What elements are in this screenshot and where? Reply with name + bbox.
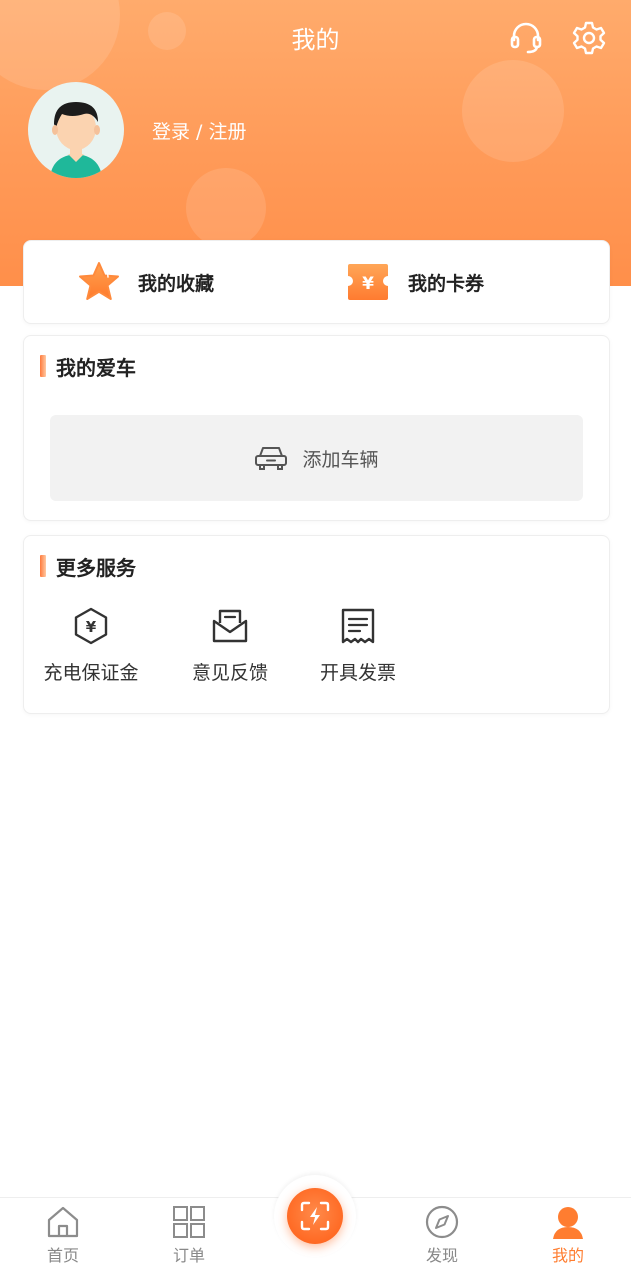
tab-home[interactable]: 首页 <box>23 1204 103 1266</box>
quick-links-card: 我的收藏 ¥ 我的卡券 <box>23 240 610 324</box>
section-accent-bar <box>40 555 46 577</box>
service-label: 意见反馈 <box>191 662 268 684</box>
service-feedback[interactable]: 意见反馈 <box>160 606 300 685</box>
tab-label: 发现 <box>425 1246 458 1265</box>
tab-label: 订单 <box>172 1246 205 1265</box>
service-label: 开具发票 <box>319 662 396 684</box>
section-header: 更多服务 <box>40 552 136 580</box>
section-header: 我的爱车 <box>40 352 136 380</box>
scan-lightning-icon <box>300 1201 330 1231</box>
center-scan-charge-wrapper <box>274 1175 356 1257</box>
decor-bubble <box>186 168 266 248</box>
add-vehicle-label: 添加车辆 <box>302 448 379 471</box>
user-avatar-icon <box>50 102 102 178</box>
my-favorites-item[interactable]: 我的收藏 <box>78 241 214 323</box>
my-coupons-label: 我的卡券 <box>408 272 485 295</box>
person-icon <box>553 1207 583 1239</box>
tab-mine[interactable]: 我的 <box>528 1204 608 1266</box>
svg-text:¥: ¥ <box>362 274 374 294</box>
section-accent-bar <box>40 355 46 377</box>
decor-bubble <box>462 60 564 162</box>
my-coupons-item[interactable]: ¥ 我的卡券 <box>346 241 484 323</box>
compass-icon <box>425 1205 459 1239</box>
tab-label: 我的 <box>551 1246 584 1265</box>
invoice-receipt-icon <box>341 608 375 644</box>
service-label: 充电保证金 <box>43 662 139 684</box>
tab-discover[interactable]: 发现 <box>402 1204 482 1266</box>
grid-icon <box>173 1206 205 1238</box>
more-services-card: 更多服务 ¥ 充电保证金 意见反馈 开具发票 <box>23 535 610 714</box>
avatar[interactable] <box>28 82 124 178</box>
service-deposit[interactable]: ¥ 充电保证金 <box>21 606 161 685</box>
my-car-card: 我的爱车 添加车辆 <box>23 335 610 521</box>
my-car-title: 我的爱车 <box>56 355 136 380</box>
add-vehicle-button[interactable]: 添加车辆 <box>50 415 583 501</box>
more-services-title: 更多服务 <box>56 555 136 580</box>
home-icon <box>47 1206 79 1238</box>
my-favorites-label: 我的收藏 <box>138 272 215 295</box>
service-invoice[interactable]: 开具发票 <box>288 606 428 685</box>
svg-text:¥: ¥ <box>86 618 97 636</box>
tab-orders[interactable]: 订单 <box>149 1204 229 1266</box>
login-register-link[interactable]: 登录 / 注册 <box>152 118 246 146</box>
star-icon <box>79 262 119 300</box>
yuan-hexagon-icon: ¥ <box>74 607 108 645</box>
customer-service-icon[interactable] <box>508 20 544 56</box>
scan-charge-button[interactable] <box>287 1188 343 1244</box>
tab-label: 首页 <box>46 1246 79 1265</box>
car-icon <box>255 447 288 470</box>
feedback-mail-icon <box>212 609 248 643</box>
settings-gear-icon[interactable] <box>571 20 607 56</box>
coupon-ticket-icon: ¥ <box>348 264 388 300</box>
